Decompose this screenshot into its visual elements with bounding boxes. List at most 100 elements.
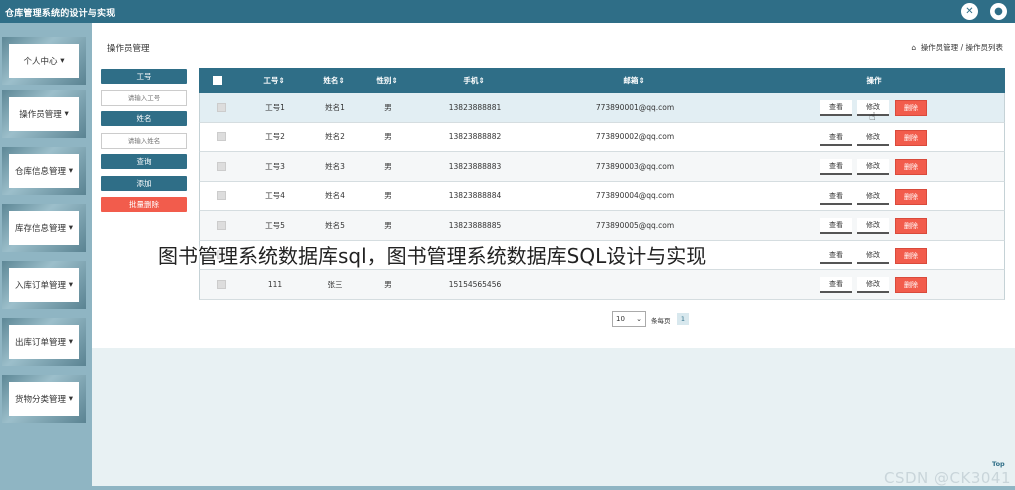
close-x-icon[interactable]: ✕ [961,3,978,20]
view-button[interactable]: 查看 [820,247,852,264]
col-header-name[interactable]: 姓名 ⇕ [309,68,359,93]
delete-button[interactable]: 删除 [895,277,927,293]
cell-name: 姓名2 [325,132,345,142]
col-header-email[interactable]: 邮箱 ⇕ [599,68,669,93]
checkbox-icon [213,76,222,85]
view-button[interactable]: 查看 [820,218,852,234]
table-row[interactable]: 工号4 姓名4 男 13823888884 773890004@qq.com 查看 修改 删除 [199,181,1005,211]
chevron-down-icon: ▾ [68,337,73,347]
table-row[interactable]: 工号1 姓名1 男 13823888881 773890001@qq.com 查看 修改 删除 [199,93,1005,123]
batch-delete-button[interactable]: 批量删除 [101,197,187,212]
page-size-select[interactable]: 10 ⌄ [612,311,646,327]
view-button[interactable]: 查看 [820,100,852,116]
delete-button[interactable]: 删除 [895,188,927,205]
cell-name: 姓名4 [325,191,345,201]
view-button[interactable]: 查看 [820,277,852,293]
edit-button[interactable]: 修改 [857,277,889,293]
back-to-top-link[interactable]: Top [992,460,1005,468]
id-search-input[interactable] [101,90,187,106]
cell-phone: 13823888882 [448,132,502,142]
col-header-actions: 操作 [849,68,899,93]
checkbox-icon [216,102,226,112]
delete-button[interactable]: 删除 [895,247,927,264]
sidebar-item-inbound-orders[interactable]: 入库订单管理 ▾ [2,261,86,309]
name-search-input[interactable] [101,133,187,149]
row-checkbox[interactable] [214,270,228,299]
table-row[interactable]: 111 张三 男 15154565456 查看 修改 删除 [199,270,1005,300]
edit-button[interactable]: 修改 [857,129,889,146]
add-button[interactable]: 添加 [101,176,187,191]
cell-phone: 15154565456 [448,279,502,289]
page-size-value: 10 [616,315,625,323]
cell-name: 张三 [327,279,343,289]
sidebar-item-label: 个人中心 [23,57,58,67]
col-header-label: 手机 [463,76,479,85]
row-checkbox[interactable] [214,93,228,122]
cell-name: 姓名5 [325,220,345,230]
sort-icon: ⇕ [278,76,285,85]
delete-button[interactable]: 删除 [895,100,927,116]
row-checkbox[interactable] [214,211,228,240]
breadcrumb: ⌂ 操作员管理 / 操作员列表 [909,42,1003,53]
col-header-label: 工号 [263,76,279,85]
cell-name: 姓名1 [325,102,345,112]
row-checkbox[interactable] [214,152,228,181]
breadcrumb-level2: 操作员列表 [965,43,1004,52]
sidebar-item-operator-mgmt[interactable]: 操作员管理 ▾ [2,90,86,138]
sidebar-item-outbound-orders[interactable]: 出库订单管理 ▾ [2,318,86,366]
edit-button[interactable]: 修改 [857,188,889,205]
sidebar: 个人中心 ▾ 操作员管理 ▾ 仓库信息管理 ▾ 库存信息管理 ▾ 入库订单管理 … [0,23,92,490]
query-button[interactable]: 查询 [101,154,187,169]
delete-button[interactable]: 删除 [895,129,927,146]
cell-phone: 13823888885 [448,220,502,230]
delete-button[interactable]: 删除 [895,159,927,175]
cell-phone: 13823888881 [448,102,502,112]
sidebar-item-personal-center[interactable]: 个人中心 ▾ [2,37,86,85]
sidebar-item-goods-category[interactable]: 货物分类管理 ▾ [2,375,86,423]
user-icon[interactable]: ● [990,3,1007,20]
chevron-down-icon: ▾ [68,280,73,290]
view-button[interactable]: 查看 [820,159,852,175]
bottom-bar [0,486,1015,490]
chevron-down-icon: ▾ [60,56,65,66]
sort-icon: ⇕ [478,76,485,85]
sidebar-item-label: 入库订单管理 [15,281,67,291]
col-header-id[interactable]: 工号 ⇕ [249,68,299,93]
sidebar-item-label: 操作员管理 [19,110,62,120]
sidebar-item-warehouse-mgmt[interactable]: 仓库信息管理 ▾ [2,147,86,195]
col-header-phone[interactable]: 手机 ⇕ [444,68,504,93]
sidebar-item-label: 货物分类管理 [15,395,67,405]
sidebar-item-stock-mgmt[interactable]: 库存信息管理 ▾ [2,204,86,252]
cell-phone: 13823888883 [448,161,502,171]
cell-email: 773890005@qq.com [595,220,675,230]
edit-button[interactable]: 修改 [857,159,889,175]
cell-gender: 男 [384,161,392,171]
col-header-label: 操作 [866,76,882,85]
edit-button[interactable]: 修改 [857,247,889,264]
row-checkbox[interactable] [214,182,228,211]
table-row[interactable]: 工号3 姓名3 男 13823888883 773890003@qq.com 查看 修改 删除 [199,152,1005,182]
edit-button[interactable]: 修改 [857,218,889,234]
csdn-watermark: CSDN @CK3041 [883,469,1011,487]
view-button[interactable]: 查看 [820,188,852,205]
row-checkbox[interactable] [214,123,228,152]
checkbox-icon [216,279,226,289]
cell-gender: 男 [384,279,392,289]
cell-email: 773890004@qq.com [595,191,675,201]
cell-id: 工号5 [265,220,285,230]
sidebar-item-label: 仓库信息管理 [15,167,67,177]
breadcrumb-level1[interactable]: 操作员管理 [921,43,959,52]
sidebar-item-label: 出库订单管理 [15,338,67,348]
page-number-1[interactable]: 1 [677,313,689,325]
select-all-checkbox[interactable] [213,68,222,93]
view-button[interactable]: 查看 [820,129,852,146]
sort-icon: ⇕ [638,76,645,85]
table-row[interactable]: 工号5 姓名5 男 13823888885 773890005@qq.com 查看 修改 删除 [199,211,1005,241]
cell-gender: 男 [384,191,392,201]
col-header-gender[interactable]: 性别 ⇕ [362,68,412,93]
table-row[interactable]: 工号2 姓名2 男 13823888882 773890002@qq.com 查看 修改 删除 [199,122,1005,152]
cell-email: 773890001@qq.com [595,102,675,112]
home-icon[interactable]: ⌂ [909,43,918,52]
checkbox-icon [216,220,226,230]
delete-button[interactable]: 删除 [895,218,927,234]
